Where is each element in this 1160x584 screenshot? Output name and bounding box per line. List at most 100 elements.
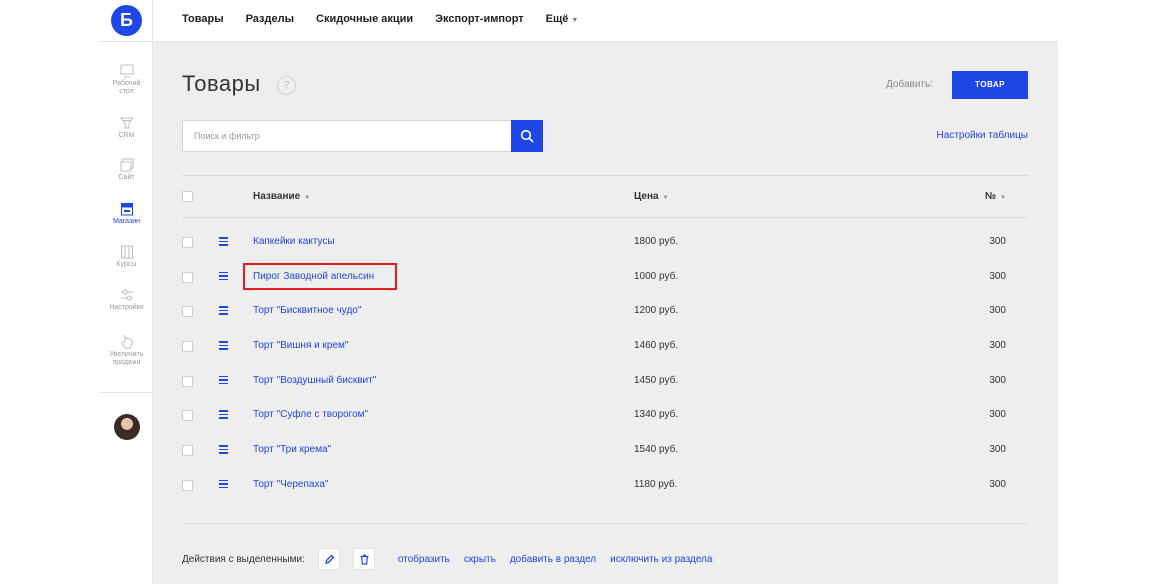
courses-icon: [120, 245, 133, 259]
column-header-name[interactable]: Название ▼: [253, 191, 310, 202]
topnav-item-sections[interactable]: Разделы: [246, 13, 294, 25]
table-row[interactable]: Торт "Три крема" 1540 руб. 300: [182, 433, 1028, 468]
row-menu-icon[interactable]: [219, 237, 228, 246]
sidebar-divider: [100, 392, 153, 393]
row-checkbox[interactable]: [182, 341, 193, 353]
chevron-down-icon: ▼: [571, 17, 579, 24]
product-name-link[interactable]: Торт "Вишня и крем": [253, 340, 348, 351]
table-row[interactable]: Торт "Черепаха" 1180 руб. 300: [182, 468, 1028, 503]
select-all-checkbox[interactable]: [182, 191, 193, 202]
sidebar-item-settings[interactable]: Настройки: [100, 288, 153, 312]
table-footer-divider: [182, 523, 1028, 524]
sidebar-item-label: Сайт: [118, 174, 135, 181]
topnav-item-products[interactable]: Товары: [182, 13, 224, 25]
page-title: Товары: [182, 71, 261, 96]
product-number: 300: [989, 478, 1006, 490]
topnav-item-export-import[interactable]: Экспорт-импорт: [435, 13, 524, 25]
product-name-link[interactable]: Торт "Суфле с творогом": [253, 409, 368, 420]
table-row[interactable]: Торт "Суфле с творогом" 1340 руб. 300: [182, 398, 1028, 433]
edit-selected-button[interactable]: [317, 548, 340, 570]
site-pages-icon: [120, 158, 133, 172]
topnav-item-more[interactable]: Ещё ▼: [546, 13, 579, 25]
bulk-actions-bar: Действия с выделенными: отобразить скрыт…: [182, 548, 726, 570]
product-name-link[interactable]: Торт "Воздушный бисквит": [253, 375, 376, 386]
sidebar-item-label: Курсы: [116, 261, 137, 268]
topnav-item-more-label: Ещё: [545, 13, 569, 25]
product-price: 1340 руб.: [634, 409, 679, 421]
sidebar: Б Рабочий стол CRM Сайт Магазин Курсы На…: [100, 0, 153, 584]
add-label: Добавить:: [886, 79, 933, 90]
top-nav: Товары Разделы Скидочные акции Экспорт-и…: [182, 13, 600, 25]
table-row[interactable]: Торт "Воздушный бисквит" 1450 руб. 300: [182, 364, 1028, 399]
row-checkbox[interactable]: [182, 237, 193, 248]
table-row[interactable]: Торт "Бисквитное чудо" 1200 руб. 300: [182, 294, 1028, 329]
search-box: [182, 120, 512, 152]
column-header-label: №: [984, 191, 997, 202]
row-checkbox[interactable]: [182, 410, 193, 422]
table-header: Название ▼ Цена ▼ № ▼: [182, 175, 1028, 218]
sidebar-item-label: CRM: [118, 132, 135, 139]
product-name-link[interactable]: Торт "Три крема": [253, 444, 331, 455]
row-menu-icon[interactable]: [219, 341, 228, 350]
product-price: 1540 руб.: [634, 444, 679, 456]
row-checkbox[interactable]: [182, 479, 193, 491]
product-number: 300: [989, 340, 1006, 352]
app-window: Б Рабочий стол CRM Сайт Магазин Курсы На…: [100, 0, 1058, 584]
action-remove-from-section-link[interactable]: исключить из раздела: [610, 554, 712, 565]
product-number: 300: [989, 409, 1006, 421]
row-checkbox[interactable]: [182, 271, 193, 283]
sidebar-item-crm[interactable]: CRM: [100, 116, 153, 140]
product-name-link[interactable]: Торт "Черепаха": [253, 479, 328, 490]
row-checkbox[interactable]: [182, 306, 193, 318]
delete-selected-button[interactable]: [352, 548, 375, 570]
sidebar-item-desktop[interactable]: Рабочий стол: [100, 64, 153, 96]
product-number: 300: [989, 270, 1006, 282]
action-show-link[interactable]: отобразить: [398, 554, 450, 565]
product-price: 1000 руб.: [634, 270, 679, 282]
pencil-icon: [324, 554, 335, 564]
table-row[interactable]: Пирог Заводной апельсин 1000 руб. 300: [182, 260, 1028, 295]
column-header-number[interactable]: № ▼: [985, 191, 1006, 202]
products-table: Название ▼ Цена ▼ № ▼ Капкейки кактусы 1800 …: [182, 175, 1028, 503]
product-price: 1460 руб.: [634, 340, 679, 352]
row-menu-icon[interactable]: [219, 479, 228, 489]
sidebar-item-site[interactable]: Сайт: [100, 158, 153, 182]
top-nav-bar: Товары Разделы Скидочные акции Экспорт-и…: [153, 0, 1058, 42]
row-menu-icon[interactable]: [219, 445, 228, 454]
row-menu-icon[interactable]: [219, 271, 228, 281]
row-menu-icon[interactable]: [219, 306, 228, 315]
settings-sliders-icon: [120, 289, 133, 301]
avatar[interactable]: [114, 414, 140, 440]
topnav-item-discounts[interactable]: Скидочные акции: [316, 13, 413, 25]
sidebar-divider: [100, 41, 153, 42]
sidebar-item-label: Настройки: [109, 304, 144, 311]
row-checkbox[interactable]: [182, 375, 193, 387]
sort-arrow-icon: ▼: [1000, 195, 1006, 201]
product-price: 1200 руб.: [634, 305, 679, 317]
column-header-price[interactable]: Цена ▼: [634, 191, 669, 202]
row-menu-icon[interactable]: [219, 410, 228, 419]
trash-icon: [360, 554, 369, 565]
logo[interactable]: Б: [111, 5, 142, 36]
shop-icon: [120, 203, 133, 216]
sidebar-item-shop[interactable]: Магазин: [100, 202, 153, 226]
row-menu-icon[interactable]: [219, 375, 228, 385]
sidebar-item-increase-sales[interactable]: Увеличить продажи: [100, 333, 153, 367]
action-add-to-section-link[interactable]: добавить в раздел: [510, 554, 596, 565]
table-row[interactable]: Торт "Вишня и крем" 1460 руб. 300: [182, 329, 1028, 364]
hand-pointer-icon: [120, 335, 133, 349]
action-hide-link[interactable]: скрыть: [464, 554, 496, 565]
table-settings-link[interactable]: Настройки таблицы: [937, 130, 1028, 141]
table-row[interactable]: Капкейки кактусы 1800 руб. 300: [182, 225, 1028, 260]
table-body: Капкейки кактусы 1800 руб. 300 Пирог Заводн…: [182, 218, 1028, 503]
product-name-link[interactable]: Торт "Бисквитное чудо": [253, 305, 361, 316]
product-name-link[interactable]: Капкейки кактусы: [253, 236, 335, 247]
product-name-link[interactable]: Пирог Заводной апельсин: [253, 271, 374, 282]
search-input[interactable]: [183, 121, 511, 151]
row-checkbox[interactable]: [182, 445, 193, 457]
sidebar-item-courses[interactable]: Курсы: [100, 245, 153, 269]
column-header-label: Название: [253, 191, 301, 202]
help-icon[interactable]: ?: [277, 76, 296, 95]
search-button[interactable]: [511, 120, 543, 152]
add-product-button[interactable]: ТОВАР: [952, 71, 1028, 99]
